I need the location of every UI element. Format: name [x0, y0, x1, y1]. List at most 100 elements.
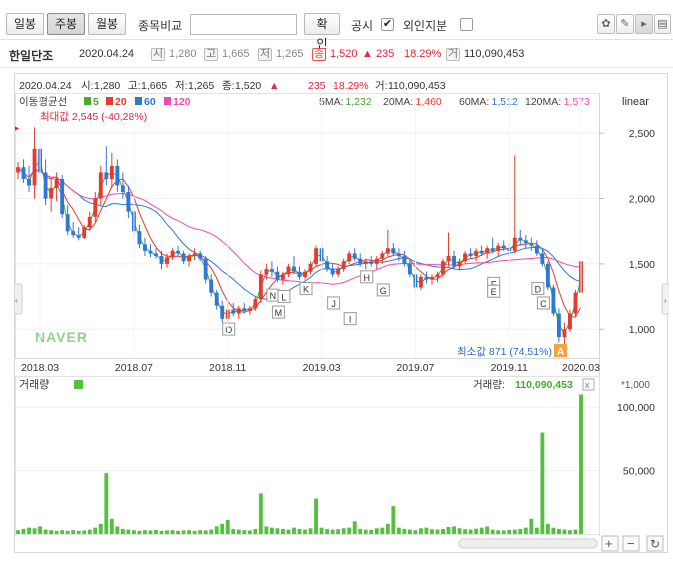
foreign-ownership-checkbox[interactable]	[460, 18, 473, 31]
compare-input[interactable]	[190, 14, 297, 35]
disclosure-marker-label: J	[331, 299, 336, 309]
candle-body	[385, 248, 390, 254]
close-price: 1,520	[330, 48, 358, 60]
volume-bar	[126, 529, 131, 534]
print-icon[interactable]: ▤	[654, 14, 671, 34]
volume-bar	[568, 530, 572, 534]
candle-body	[374, 258, 379, 264]
candle-body	[391, 248, 396, 254]
naver-watermark: NAVER	[35, 329, 88, 345]
volume-bar	[418, 528, 423, 534]
date-x-axis: 2018.03 2018.07 2018.11 2019.03 2019.07 2019.…	[21, 94, 600, 374]
header-date: 2020.04.24	[19, 80, 72, 92]
ma-legend-period: 120	[173, 96, 191, 108]
candle-body	[181, 253, 186, 262]
tab-monthly[interactable]: 월봉	[88, 13, 126, 35]
volume-bar	[154, 529, 158, 534]
volume-unit: *1,000	[621, 380, 650, 391]
candle-body	[369, 261, 374, 264]
candle-body	[452, 256, 456, 267]
volume-bar	[358, 528, 363, 534]
candle-body	[115, 165, 120, 186]
price-change: ▲ 235	[362, 48, 395, 60]
chart-scrollbar[interactable]	[458, 538, 598, 549]
candle-body	[468, 253, 473, 257]
candle-body	[236, 308, 241, 314]
volume-icon: 거	[446, 48, 460, 61]
volume-bar	[573, 529, 578, 534]
chevron-left-icon: ‹	[15, 296, 18, 305]
stock-name: 한일단조	[9, 49, 54, 63]
tab-daily[interactable]: 일봉	[6, 13, 44, 35]
candle-body	[126, 192, 131, 212]
candle-body	[49, 188, 54, 199]
volume-bar	[176, 530, 181, 534]
volume-bar	[556, 528, 561, 534]
ma-value: 1,512	[492, 96, 518, 108]
volume-bar	[485, 526, 490, 534]
ma-legend-period: 5	[93, 96, 99, 108]
volume-bar	[512, 529, 517, 534]
volume-bar	[38, 526, 43, 534]
volume-bar	[242, 530, 247, 534]
volume-bar	[352, 521, 357, 534]
candle-body	[540, 253, 545, 264]
ma-value: 1,573	[564, 96, 590, 108]
header-low-label: 저:	[175, 80, 188, 92]
volume-bar	[264, 526, 269, 534]
candle-body	[297, 271, 302, 277]
candle-body	[518, 237, 523, 241]
candle-body	[286, 266, 291, 275]
light-bulb-icon[interactable]: ✿	[597, 14, 615, 34]
candle-body	[430, 276, 434, 280]
disclosure-label: 공시	[351, 19, 374, 33]
candle-body	[314, 248, 318, 264]
ma-legend-period: 60	[144, 96, 156, 108]
ma-value: 1,232	[345, 96, 371, 108]
volume-bar	[236, 529, 241, 534]
price-tick-label: 2,000	[629, 194, 655, 206]
plus-icon: +	[605, 536, 613, 551]
disclosure-marker-label: G	[380, 286, 387, 296]
candle-body	[292, 266, 296, 272]
header-open-label: 시:	[81, 80, 94, 92]
volume-legend-swatch	[74, 380, 83, 389]
volume-bar	[391, 506, 396, 534]
tab-weekly[interactable]: 주봉	[47, 13, 85, 35]
volume-y-axis: 100,000 50,000	[617, 402, 655, 477]
candle-body	[281, 274, 285, 280]
pencil-icon[interactable]: ✎	[616, 14, 634, 34]
candle-body	[441, 261, 445, 275]
header-close: 1,520	[235, 80, 261, 92]
confirm-button[interactable]: 확인	[304, 13, 340, 51]
volume-bar	[87, 529, 92, 534]
ma-legend-period: 20	[115, 96, 127, 108]
volume-bar	[534, 527, 539, 534]
chart-toolbar: 일봉 주봉 월봉 종목비교 확인 공시 ✔ 외인지분 ✿ ✎ ▸ ▤	[0, 0, 673, 51]
stock-chart[interactable]: 2020.04.24 시: 1,280 고: 1,665 저: 1,265 종:…	[12, 74, 671, 554]
cursor-icon[interactable]: ▸	[635, 14, 653, 34]
disclosure-checkbox[interactable]: ✔	[381, 18, 394, 31]
low-price-icon: 저	[258, 48, 272, 61]
volume-bar	[341, 528, 346, 534]
ma-legend-swatch	[84, 97, 91, 105]
date-tick-label: 2018.07	[115, 362, 153, 374]
header-high: 1,665	[141, 80, 167, 92]
volume-bar	[545, 523, 550, 534]
volume-bar	[507, 529, 512, 534]
volume-bar	[269, 527, 274, 534]
volume-bar	[109, 518, 114, 534]
volume-bar	[468, 529, 473, 534]
candle-body	[512, 237, 517, 251]
disclosure-marker-label: K	[303, 285, 309, 295]
volume-bar	[76, 530, 81, 534]
candle-body	[551, 287, 556, 314]
volume-grid	[15, 406, 599, 472]
candle-body	[159, 256, 164, 264]
candle-body	[71, 231, 76, 236]
candle-body	[568, 313, 572, 330]
volume-bar	[396, 527, 401, 534]
volume-bar	[43, 529, 48, 534]
volume-value: 110,090,453	[515, 379, 573, 391]
volume-bar	[330, 529, 335, 534]
